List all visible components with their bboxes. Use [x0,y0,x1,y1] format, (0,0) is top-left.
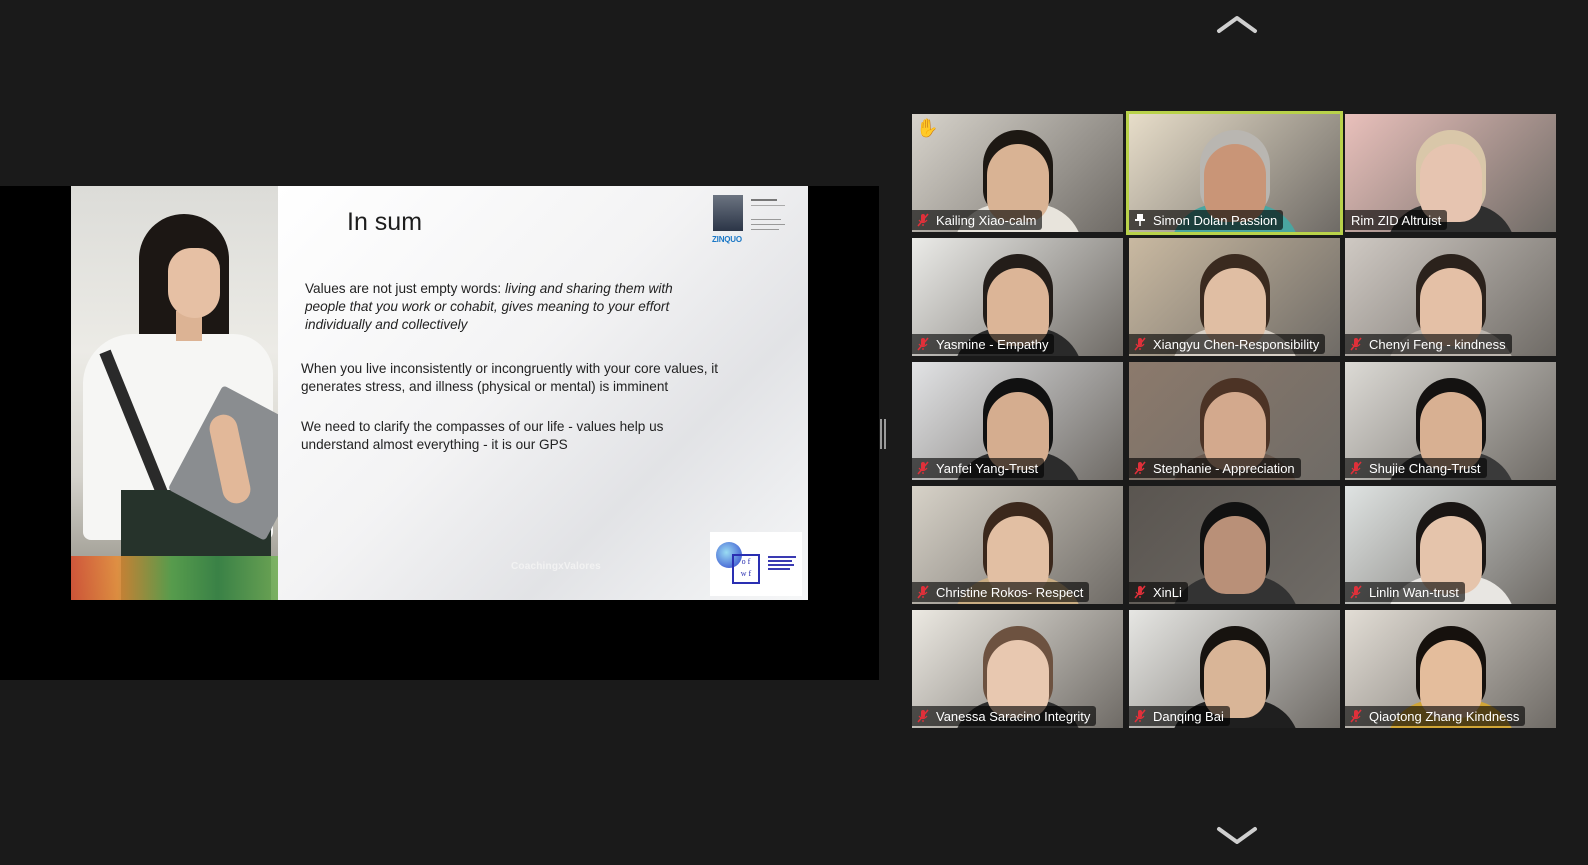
participant-name: Rim ZID Altruist [1351,212,1442,228]
slide-paragraph-3: We need to clarify the compasses of our … [301,419,664,452]
muted-mic-icon [1350,337,1362,351]
shared-screen: In sum Values are not just empty words: … [0,186,879,680]
participant-name-bar: Yasmine - Empathy [912,334,1055,354]
gfwp-logo-text [768,556,796,570]
raised-hand-icon: ✋ [916,118,939,138]
participant-video-tile[interactable]: Christine Rokos- Respect [912,486,1123,604]
presentation-slide: In sum Values are not just empty words: … [71,186,808,600]
chevron-up-icon[interactable] [1216,14,1258,34]
participant-name: Danqing Bai [1153,708,1224,724]
card-photo [713,195,743,231]
gfwp-logo: o f w f [710,532,802,596]
chevron-down-icon[interactable] [1216,826,1258,846]
participant-video-tile[interactable]: Chenyi Feng - kindness [1345,238,1556,356]
slide-title: In sum [347,208,423,236]
participant-name: Kailing Xiao-calm [936,212,1037,228]
participant-video-tile[interactable]: Vanessa Saracino Integrity [912,610,1123,728]
participant-video-tile[interactable]: Shujie Chang-Trust [1345,362,1556,480]
slide-paragraph-1-plain: Values are not just empty words: [305,281,505,296]
participant-name-bar: Vanessa Saracino Integrity [912,706,1097,726]
participant-video-tile[interactable]: Rim ZID Altruist [1345,114,1556,232]
participant-gallery: ✋ Kailing Xiao-calm Simon Dolan Passion Rim… [912,111,1562,736]
card-line [751,224,785,225]
card-line [751,229,779,230]
pin-icon [1135,214,1145,226]
participant-name: XinLi [1153,584,1182,600]
participant-video-tile[interactable]: ✋ Kailing Xiao-calm [912,114,1123,232]
participant-video-tile[interactable]: XinLi [1129,486,1340,604]
photo-face [168,248,220,318]
participant-name-bar: Yanfei Yang-Trust [912,458,1045,478]
participant-name: Vanessa Saracino Integrity [936,708,1091,724]
participant-name-bar: Chenyi Feng - kindness [1345,334,1512,354]
muted-mic-icon [1134,585,1146,599]
business-card-logo: ZINQUO [705,193,801,251]
card-line [751,219,781,220]
muted-mic-icon [1350,709,1362,723]
participant-video-tile[interactable]: Simon Dolan Passion [1126,111,1343,235]
participant-video-tile[interactable]: Yanfei Yang-Trust [912,362,1123,480]
muted-mic-icon [1134,461,1146,475]
muted-mic-icon [917,709,929,723]
slide-footer: CoachingxValores [511,561,601,572]
participant-name-bar: XinLi [1129,582,1188,602]
participant-video-tile[interactable]: Yasmine - Empathy [912,238,1123,356]
photo-flowers [71,556,278,600]
participant-name-bar: Linlin Wan-trust [1345,582,1465,602]
participant-video-tile[interactable]: Danqing Bai [1129,610,1340,728]
participant-name-bar: Shujie Chang-Trust [1345,458,1487,478]
muted-mic-icon [1350,461,1362,475]
participant-name: Christine Rokos- Respect [936,584,1084,600]
muted-mic-icon [917,585,929,599]
slide-paragraph-2: When you live inconsistently or incongru… [301,361,719,394]
participant-name-bar: Danqing Bai [1129,706,1230,726]
card-brand: ZINQUO [712,235,742,244]
slide-body: In sum Values are not just empty words: … [278,186,808,600]
participant-name-bar: Christine Rokos- Respect [912,582,1090,602]
participant-name: Shujie Chang-Trust [1369,460,1481,476]
muted-mic-icon [917,213,929,227]
muted-mic-icon [1134,709,1146,723]
participant-video-tile[interactable]: Stephanie - Appreciation [1129,362,1340,480]
participant-video-tile[interactable]: Qiaotong Zhang Kindness [1345,610,1556,728]
muted-mic-icon [917,461,929,475]
participant-name: Yasmine - Empathy [936,336,1049,352]
participant-name: Xiangyu Chen-Responsibility [1153,336,1320,352]
participant-name: Stephanie - Appreciation [1153,460,1295,476]
participant-name: Qiaotong Zhang Kindness [1369,708,1520,724]
participant-name: Chenyi Feng - kindness [1369,336,1506,352]
participant-name: Yanfei Yang-Trust [936,460,1039,476]
participant-name-bar: Rim ZID Altruist [1345,210,1448,230]
splitter-handle[interactable] [880,419,886,449]
gfwp-logo-box: o f w f [732,554,760,584]
participant-video-tile[interactable]: Linlin Wan-trust [1345,486,1556,604]
muted-mic-icon [1134,337,1146,351]
participant-name-bar: Kailing Xiao-calm [912,210,1043,230]
slide-paragraph-1: Values are not just empty words: living … [305,280,705,334]
participant-name: Linlin Wan-trust [1369,584,1459,600]
participant-name-bar: Xiangyu Chen-Responsibility [1129,334,1326,354]
card-line [751,199,777,201]
slide-photo [71,186,278,600]
participant-video-tile[interactable]: Xiangyu Chen-Responsibility [1129,238,1340,356]
muted-mic-icon [917,337,929,351]
participant-name-bar: Simon Dolan Passion [1129,210,1284,230]
participant-name-bar: Stephanie - Appreciation [1129,458,1301,478]
participant-name-bar: Qiaotong Zhang Kindness [1345,706,1526,726]
card-line [751,205,785,206]
muted-mic-icon [1350,585,1362,599]
participant-face [1203,516,1266,594]
participant-name: Simon Dolan Passion [1153,212,1278,228]
